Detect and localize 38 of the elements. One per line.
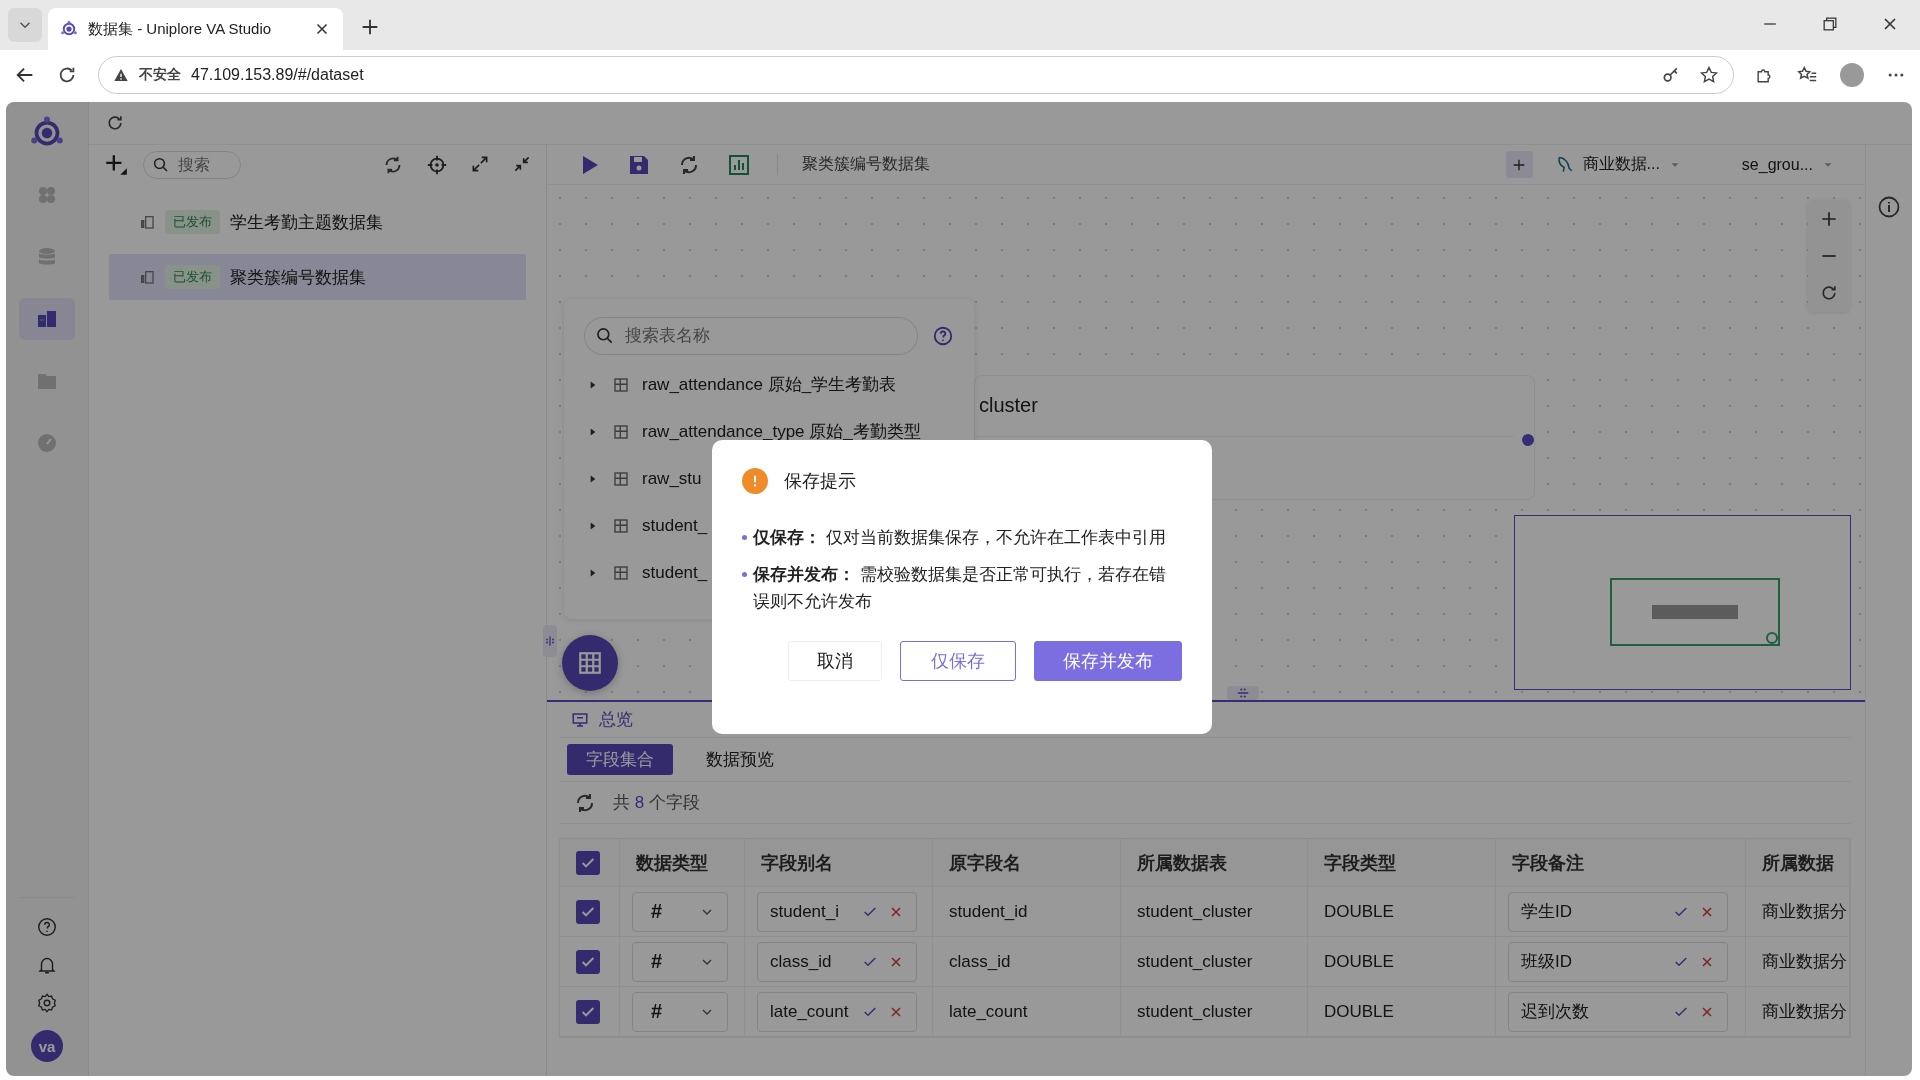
table-cell: 商业数据分 [1746, 887, 1850, 937]
table-cell: student_cluster [1121, 987, 1308, 1037]
table-cell: 商业数据分 [1746, 937, 1850, 987]
dialog-text: 保存并发布： 需校验数据集是否正常可执行，若存在错误则不允许发布 [753, 564, 1167, 613]
table-cell: 商业数据分 [1746, 987, 1850, 1037]
security-label: 不安全 [139, 66, 181, 84]
table-cell: student_id [933, 887, 1121, 937]
table-name: raw_attendance 原始_学生考勤表 [642, 374, 897, 396]
column-header: 字段备注 [1496, 839, 1746, 887]
status-tag: 已发布 [165, 265, 220, 289]
table-cell: late_count [933, 987, 1121, 1037]
column-header: 原字段名 [933, 839, 1121, 887]
table-cell: student_cluster [1121, 887, 1308, 937]
node-label: cluster [979, 394, 1038, 416]
panel-title: 总览 [599, 709, 633, 731]
column-header: 字段类型 [1308, 839, 1496, 887]
column-header: 字段别名 [745, 839, 933, 887]
table-cell: DOUBLE [1308, 887, 1496, 937]
table-cell: DOUBLE [1308, 987, 1496, 1037]
column-header: 所属数据 [1746, 839, 1850, 887]
table-cell: DOUBLE [1308, 937, 1496, 987]
status-tag: 已发布 [165, 210, 220, 234]
column-header: 所属数据表 [1121, 839, 1308, 887]
column-header: 数据类型 [620, 839, 745, 887]
field-count: 共 8 个字段 [613, 792, 700, 814]
tab-title: 数据集 - Uniplore VA Studio [88, 19, 273, 39]
table-name: student_ [642, 515, 708, 536]
table-cell: class_id [933, 937, 1121, 987]
dialog-text: 仅保存： 仅对当前数据集保存，不允许在工作表中引用 [753, 527, 1166, 549]
dataset-name: 学生考勤主题数据集 [230, 211, 383, 234]
table-name: raw_stu [642, 468, 702, 489]
table-cell: student_cluster [1121, 937, 1308, 987]
dataset-name: 聚类簇编号数据集 [230, 266, 366, 289]
table-name: student_ [642, 562, 708, 583]
dataset-title: 聚类簇编号数据集 [777, 154, 930, 175]
dialog-title: 保存提示 [784, 470, 856, 493]
url-text: 47.109.153.89/#/dataset [191, 66, 364, 84]
table-name: raw_attendance_type 原始_考勤类型 [642, 421, 921, 443]
